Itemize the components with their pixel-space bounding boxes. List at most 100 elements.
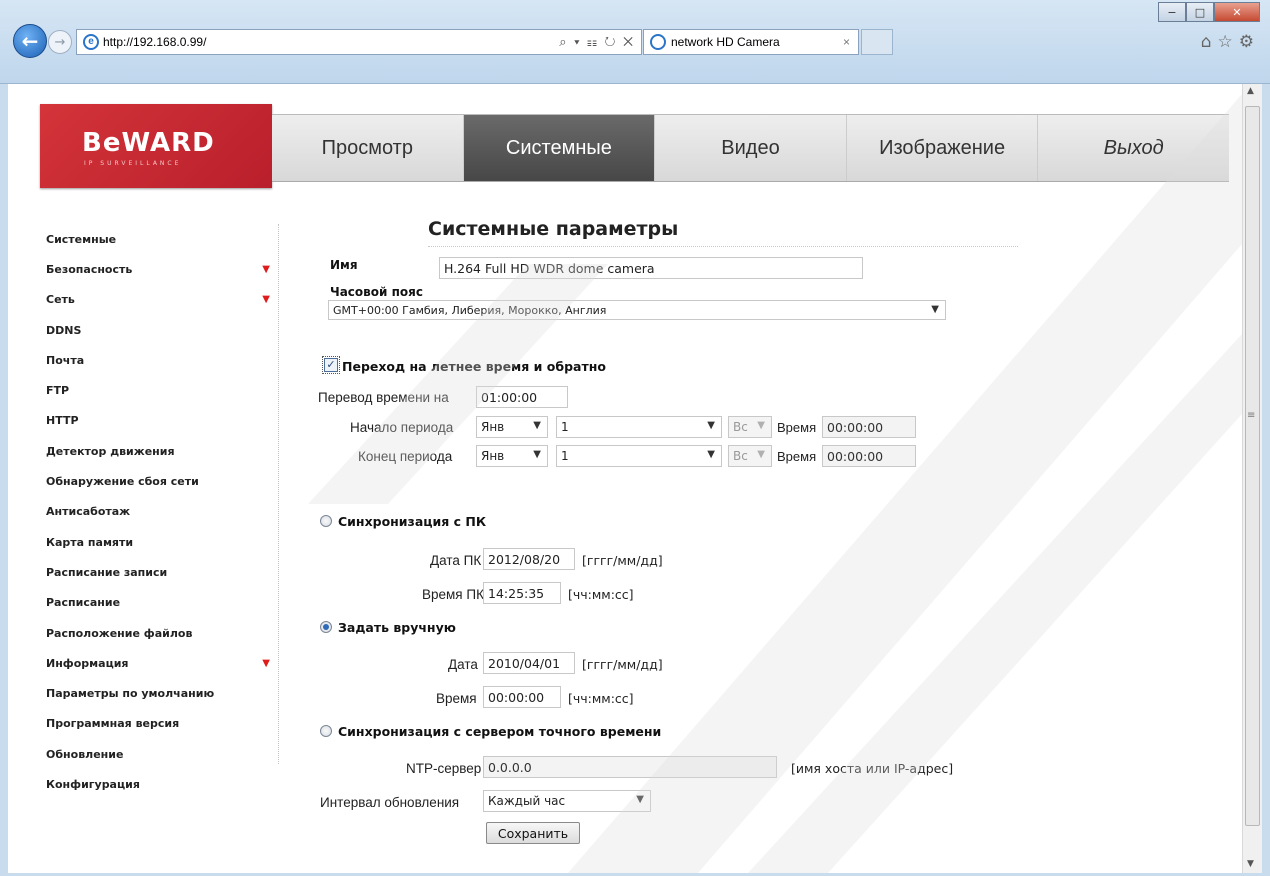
manual-time-label: Время xyxy=(436,691,477,706)
sidebar-item-file-location[interactable]: Расположение файлов xyxy=(46,618,278,648)
dropdown-arrow-icon: ▼ xyxy=(533,449,541,460)
name-input[interactable]: H.264 Full HD WDR dome camera xyxy=(439,257,863,279)
ntp-server-label: NTP-сервер xyxy=(406,761,482,776)
dropdown-arrow-icon: ▼ xyxy=(533,420,541,431)
dropdown-arrow-icon: ▼ xyxy=(931,304,939,315)
dropdown-arrow-icon: ▼ xyxy=(757,420,765,431)
vertical-scrollbar[interactable]: ▲ ≡ ▼ xyxy=(1242,84,1262,873)
home-favorites-settings-icons[interactable]: ⌂☆⚙ xyxy=(1201,32,1260,52)
sidebar: Системные Безопасность ▼ Сеть ▼ DDNS Почта… xyxy=(46,224,278,800)
menu-view[interactable]: Просмотр xyxy=(272,115,464,181)
end-time-input: 00:00:00 xyxy=(822,445,916,467)
sidebar-item-http[interactable]: HTTP xyxy=(46,406,278,436)
start-week-select[interactable]: 1 ▼ xyxy=(556,416,722,438)
menu-system[interactable]: Системные xyxy=(463,115,656,181)
pc-time-format: [чч:мм:сс] xyxy=(568,587,634,602)
page-viewport: BeWARD IP SURVEILLANCE Просмотр Системны… xyxy=(8,84,1242,873)
sidebar-item-motion-detector[interactable]: Детектор движения xyxy=(46,436,278,466)
ie-tab-icon xyxy=(650,34,666,50)
end-month-select[interactable]: Янв ▼ xyxy=(476,445,548,467)
sidebar-item-network[interactable]: Сеть ▼ xyxy=(46,285,278,315)
sidebar-item-record-schedule[interactable]: Расписание записи xyxy=(46,557,278,587)
dropdown-arrow-icon: ▼ xyxy=(757,449,765,460)
expand-triangle-icon[interactable]: ▼ xyxy=(262,658,270,669)
expand-triangle-icon[interactable]: ▼ xyxy=(262,264,270,275)
pc-date-input[interactable]: 2012/08/20 xyxy=(483,548,575,570)
pc-date-label: Дата ПК xyxy=(430,553,482,568)
timezone-label: Часовой пояс xyxy=(330,285,423,299)
manual-date-label: Дата xyxy=(448,657,478,672)
dst-checkbox[interactable]: ✓ xyxy=(322,356,340,374)
menu-image[interactable]: Изображение xyxy=(847,115,1039,181)
back-arrow-icon[interactable]: ← xyxy=(13,24,47,58)
pc-time-input[interactable]: 14:25:35 xyxy=(483,582,561,604)
sidebar-item-tamper[interactable]: Антисаботаж xyxy=(46,497,278,527)
start-month-select[interactable]: Янв ▼ xyxy=(476,416,548,438)
shift-input[interactable]: 01:00:00 xyxy=(476,386,568,408)
ntp-server-hint: [имя хоста или IP-адрес] xyxy=(791,761,954,776)
new-tab-button[interactable] xyxy=(861,29,893,55)
sync-pc-label: Синхронизация с ПК xyxy=(338,514,487,529)
save-button[interactable]: Сохранить xyxy=(486,822,580,844)
sidebar-item-defaults[interactable]: Параметры по умолчанию xyxy=(46,678,278,708)
menu-exit[interactable]: Выход xyxy=(1038,115,1229,181)
tab-title: network HD Camera xyxy=(671,35,780,49)
sidebar-item-information[interactable]: Информация ▼ xyxy=(46,648,278,678)
manual-radio[interactable] xyxy=(320,621,332,633)
start-day-select: Вс ▼ xyxy=(728,416,772,438)
end-day-select: Вс ▼ xyxy=(728,445,772,467)
shift-label: Перевод времени на xyxy=(318,390,449,405)
top-menu: Просмотр Системные Видео Изображение Вых… xyxy=(272,114,1229,182)
forward-arrow-icon[interactable]: → xyxy=(48,30,72,54)
tab-close-icon[interactable]: × xyxy=(843,35,850,49)
address-url[interactable]: http://192.168.0.99/ xyxy=(103,35,206,49)
address-bar[interactable]: e http://192.168.0.99/ ⌕ ▾ ☷ ↻ ✕ xyxy=(76,29,642,55)
expand-triangle-icon[interactable]: ▼ xyxy=(262,294,270,305)
end-time-label: Время xyxy=(777,449,817,464)
browser-tab[interactable]: network HD Camera × xyxy=(643,29,859,55)
manual-date-input[interactable]: 2010/04/01 xyxy=(483,652,575,674)
logo-tagline: IP SURVEILLANCE xyxy=(84,160,182,167)
dst-label: Переход на летнее время и обратно xyxy=(342,359,606,374)
interval-select[interactable]: Каждый час ▼ xyxy=(483,790,651,812)
sidebar-item-firmware-version[interactable]: Программная версия xyxy=(46,709,278,739)
address-tools-icons[interactable]: ⌕ ▾ ☷ ↻ ✕ xyxy=(559,34,635,50)
sidebar-item-ftp[interactable]: FTP xyxy=(46,375,278,405)
scroll-thumb[interactable] xyxy=(1245,106,1260,826)
sidebar-item-mail[interactable]: Почта xyxy=(46,345,278,375)
scroll-down-icon[interactable]: ▼ xyxy=(1247,859,1254,869)
sidebar-item-security[interactable]: Безопасность ▼ xyxy=(46,254,278,284)
ntp-server-input: 0.0.0.0 xyxy=(483,756,777,778)
end-week-select[interactable]: 1 ▼ xyxy=(556,445,722,467)
ntp-sync-label: Синхронизация с сервером точного времени xyxy=(338,724,662,739)
sidebar-item-system[interactable]: Системные xyxy=(46,224,278,254)
page-title: Системные параметры xyxy=(428,218,1018,247)
page-header: BeWARD IP SURVEILLANCE Просмотр Системны… xyxy=(38,104,1233,210)
minimize-icon[interactable]: − xyxy=(1158,2,1186,22)
manual-date-format: [гггг/мм/дд] xyxy=(582,657,663,672)
sidebar-item-ddns[interactable]: DDNS xyxy=(46,315,278,345)
sidebar-item-upgrade[interactable]: Обновление xyxy=(46,739,278,769)
ntp-sync-radio[interactable] xyxy=(320,725,332,737)
browser-chrome: − □ ✕ ← → e http://192.168.0.99/ ⌕ ▾ ☷ ↻… xyxy=(0,0,1270,84)
manual-time-input[interactable]: 00:00:00 xyxy=(483,686,561,708)
pc-time-label: Время ПК xyxy=(422,587,484,602)
menu-video[interactable]: Видео xyxy=(655,115,847,181)
window-controls: − □ ✕ xyxy=(1158,2,1260,22)
sidebar-item-network-failure[interactable]: Обнаружение сбоя сети xyxy=(46,466,278,496)
logo-name: BeWARD xyxy=(82,128,215,158)
sidebar-item-configuration[interactable]: Конфигурация xyxy=(46,769,278,799)
ie-logo-icon: e xyxy=(83,34,99,50)
sidebar-item-memory-card[interactable]: Карта памяти xyxy=(46,527,278,557)
scroll-up-icon[interactable]: ▲ xyxy=(1247,86,1254,96)
end-period-label: Конец периода xyxy=(358,449,453,464)
close-icon[interactable]: ✕ xyxy=(1214,2,1260,22)
dropdown-arrow-icon: ▼ xyxy=(707,449,715,460)
manual-label: Задать вручную xyxy=(338,620,456,635)
timezone-select[interactable]: GMT+00:00 Гамбия, Либерия, Морокко, Англ… xyxy=(328,300,946,320)
sync-pc-radio[interactable] xyxy=(320,515,332,527)
maximize-icon[interactable]: □ xyxy=(1186,2,1214,22)
interval-label: Интервал обновления xyxy=(320,795,460,810)
sidebar-item-schedule[interactable]: Расписание xyxy=(46,588,278,618)
dropdown-arrow-icon: ▼ xyxy=(636,794,644,805)
